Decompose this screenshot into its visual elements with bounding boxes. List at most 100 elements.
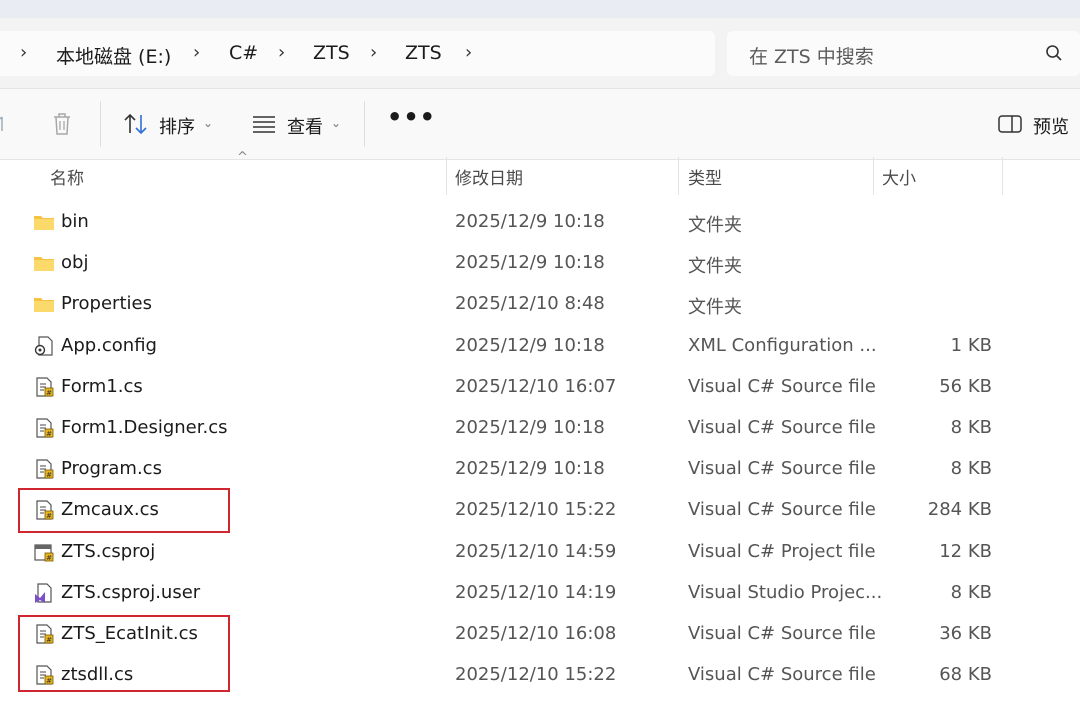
file-row[interactable]: # Form1.cs 2025/12/10 16:07 Visual C# Sourc… (0, 366, 1080, 407)
file-size: 68 KB (939, 664, 992, 686)
chevron-right-icon[interactable]: › (278, 42, 285, 63)
file-type: Visual C# Project file (688, 540, 876, 562)
chevron-right-icon[interactable]: › (465, 42, 472, 63)
chevron-down-icon[interactable]: ⌄ (331, 116, 341, 130)
file-modified: 2025/12/10 15:22 (455, 499, 617, 521)
file-size: 8 KB (950, 581, 992, 603)
file-modified: 2025/12/10 16:07 (455, 375, 617, 397)
delete-icon[interactable] (51, 112, 73, 136)
file-modified: 2025/12/9 10:18 (455, 211, 605, 232)
file-modified: 2025/12/10 14:59 (455, 540, 617, 562)
column-header-name[interactable]: 名称 (50, 164, 84, 189)
address-bar: › 本地磁盘 (E:) › C# › ZTS › ZTS › 在 ZTS 中搜索 (0, 18, 1080, 88)
config-file-icon (33, 335, 55, 357)
sort-icon[interactable] (123, 113, 149, 135)
file-type: 文件夹 (688, 215, 742, 236)
file-name: App.config (61, 334, 157, 356)
file-name: Program.cs (61, 458, 162, 480)
file-size: 12 KB (939, 540, 992, 562)
folder-icon (33, 211, 55, 233)
file-type: 文件夹 (688, 297, 742, 319)
breadcrumb-item-zts[interactable]: ZTS (313, 42, 350, 64)
file-modified: 2025/12/9 10:18 (455, 417, 605, 438)
file-modified: 2025/12/10 14:19 (455, 581, 617, 603)
file-size: 56 KB (939, 375, 992, 397)
csharp-file-icon: # (33, 376, 55, 398)
svg-text:#: # (46, 430, 52, 438)
csproj-file-icon: # (33, 541, 55, 563)
search-placeholder: 在 ZTS 中搜索 (749, 46, 874, 68)
svg-text:#: # (46, 389, 52, 397)
command-bar: 排序 ⌄ 查看 ⌄ ••• 预览 (0, 88, 1080, 160)
csharp-file-icon: # (33, 458, 55, 480)
highlight-box (18, 615, 230, 692)
file-size: 1 KB (950, 334, 992, 356)
file-type: Visual C# Source file (688, 458, 876, 480)
file-name: Properties (61, 293, 152, 315)
file-modified: 2025/12/9 10:18 (455, 458, 605, 480)
preview-pane-icon[interactable] (998, 115, 1022, 133)
chevron-right-icon[interactable]: › (193, 42, 200, 63)
preview-button[interactable]: 预览 (1033, 113, 1069, 139)
chevron-right-icon[interactable]: › (370, 42, 377, 63)
file-modified: 2025/12/9 10:18 (455, 334, 605, 356)
file-type: Visual Studio Projec... (688, 581, 883, 603)
file-row[interactable]: obj 2025/12/9 10:18 文件夹 (0, 242, 1080, 283)
file-row[interactable]: bin 2025/12/9 10:18 文件夹 (0, 201, 1080, 242)
breadcrumb-item-zts-current[interactable]: ZTS (405, 42, 442, 64)
folder-icon (33, 252, 55, 274)
file-name: obj (61, 252, 89, 274)
search-input[interactable]: 在 ZTS 中搜索 (727, 31, 1080, 76)
folder-icon (33, 293, 55, 315)
file-type: Visual C# Source file (688, 664, 876, 686)
file-name: Form1.Designer.cs (61, 417, 228, 438)
window-top-strip (0, 0, 1080, 18)
share-icon[interactable] (0, 115, 6, 133)
file-name: ZTS.csproj (61, 540, 156, 562)
sort-button[interactable]: 排序 (159, 113, 195, 139)
sort-ascending-icon: ^ (237, 150, 248, 165)
file-row[interactable]: Properties 2025/12/10 8:48 文件夹 (0, 283, 1080, 324)
file-size: 36 KB (939, 623, 992, 644)
column-divider[interactable] (446, 157, 447, 195)
column-header-type[interactable]: 类型 (688, 164, 722, 189)
file-type: Visual C# Source file (688, 417, 876, 438)
toolbar-divider (100, 101, 101, 147)
file-modified: 2025/12/10 16:08 (455, 623, 617, 644)
breadcrumb-item-csharp[interactable]: C# (229, 42, 258, 64)
breadcrumb-item-drive[interactable]: 本地磁盘 (E:) (56, 42, 171, 69)
file-type: XML Configuration ... (688, 334, 877, 356)
file-modified: 2025/12/10 15:22 (455, 664, 617, 686)
column-divider[interactable] (873, 157, 874, 195)
csharp-file-icon: # (33, 417, 55, 439)
file-type: Visual C# Source file (688, 623, 876, 644)
file-size: 284 KB (927, 499, 992, 521)
toolbar-divider (364, 101, 365, 147)
column-header-size[interactable]: 大小 (882, 164, 916, 189)
view-icon[interactable] (252, 115, 276, 133)
view-button[interactable]: 查看 (287, 113, 323, 139)
file-type: Visual C# Source file (688, 499, 876, 521)
chevron-down-icon[interactable]: ⌄ (203, 116, 213, 130)
highlight-box (18, 488, 230, 533)
column-header-modified[interactable]: 修改日期 (455, 164, 523, 189)
file-type: Visual C# Source file (688, 375, 876, 397)
file-name: ZTS.csproj.user (61, 581, 201, 603)
file-modified: 2025/12/10 8:48 (455, 293, 605, 315)
file-row[interactable]: # Form1.Designer.cs 2025/12/9 10:18 Visual … (0, 407, 1080, 448)
file-row[interactable]: ZTS.csproj.user 2025/12/10 14:19 Visual St… (0, 572, 1080, 613)
column-divider[interactable] (1002, 157, 1003, 195)
file-row[interactable]: # ZTS.csproj 2025/12/10 14:59 Visual C# Pro… (0, 531, 1080, 572)
more-options-button[interactable]: ••• (387, 103, 436, 131)
file-name: Form1.cs (61, 375, 143, 397)
file-row[interactable]: # Program.cs 2025/12/9 10:18 Visual C# Sour… (0, 448, 1080, 489)
column-divider[interactable] (678, 157, 679, 195)
search-icon[interactable] (1045, 44, 1063, 62)
file-row[interactable]: App.config 2025/12/9 10:18 XML Configurati… (0, 325, 1080, 366)
svg-text:#: # (46, 554, 52, 562)
vs-user-file-icon (33, 582, 55, 604)
svg-text:#: # (46, 471, 52, 479)
chevron-right-icon[interactable]: › (20, 42, 27, 63)
file-size: 8 KB (950, 417, 992, 438)
file-name: bin (61, 211, 89, 232)
